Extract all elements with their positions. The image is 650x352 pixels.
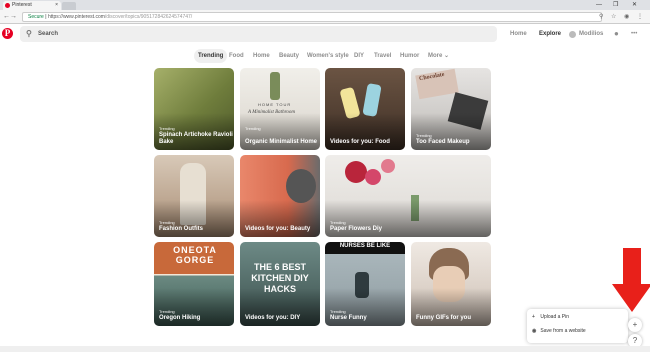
pin-title: Spinach Artichoke Ravioli Bake — [159, 132, 233, 145]
plant-graphic — [270, 72, 280, 100]
pin-card-wide[interactable]: Trending Paper Flowers Diy — [325, 155, 491, 237]
tab-title: Pinterest — [12, 2, 32, 8]
chat-icon[interactable]: ● — [614, 26, 619, 42]
paper-flower-graphic — [381, 159, 395, 173]
tab-diy[interactable]: DIY — [354, 51, 364, 61]
browser-tab-strip: Pinterest × — ❐ ✕ — [0, 0, 650, 10]
pin-card[interactable]: ONEOTA GORGE Trending Oregon Hiking — [154, 242, 234, 326]
pin-kicker: Trending — [330, 220, 346, 225]
pin-card[interactable]: Trending Spinach Artichoke Ravioli Bake — [154, 68, 234, 150]
plus-icon: + — [532, 314, 535, 320]
more-icon[interactable]: ••• — [631, 26, 637, 42]
pin-title: Oregon Hiking — [159, 315, 201, 321]
minimize-button[interactable]: — — [596, 0, 602, 10]
tab-more[interactable]: More ⌄ — [428, 51, 449, 61]
overlay-text: ONEOTA GORGE — [173, 245, 217, 265]
upload-pin-item[interactable]: + Upload a Pin — [532, 313, 569, 322]
forward-button[interactable]: → — [10, 12, 17, 22]
pin-card[interactable]: THE 6 BEST KITCHEN DIY HACKS Videos for … — [240, 242, 320, 326]
url-path: /discover/topics/905172842624574747/ — [104, 14, 193, 20]
address-bar-row: ← → Secure | https://www.pinterest.com/d… — [0, 10, 650, 24]
save-from-website-item[interactable]: ◉ Save from a website — [532, 327, 586, 336]
tab-travel[interactable]: Travel — [374, 51, 391, 61]
pin-title: Videos for you: DIY — [245, 315, 301, 321]
paper-flower-graphic — [365, 169, 381, 185]
tab-humor[interactable]: Humor — [400, 51, 419, 61]
pin-title: Nurse Funny — [330, 315, 367, 321]
pin-kicker: Trending — [159, 220, 175, 225]
globe-icon: ◉ — [532, 328, 537, 334]
pin-card[interactable]: HOME TOUR A Minimalist Bathroom Trending… — [240, 68, 320, 150]
nav-user[interactable]: Modilios — [579, 26, 603, 42]
pin-card[interactable]: Chocolate Trending Too Faced Makeup — [411, 68, 491, 150]
paper-flower-graphic — [345, 161, 367, 183]
mirror-graphic — [286, 169, 316, 203]
pin-kicker: Trending — [159, 126, 175, 131]
pin-title: Paper Flowers Diy — [330, 226, 383, 232]
extension-icons[interactable]: ⚲ ☆ ◉ ⋮ — [599, 12, 646, 22]
save-from-website-label: Save from a website — [540, 328, 586, 334]
back-button[interactable]: ← — [3, 12, 10, 22]
create-pin-menu: + Upload a Pin ◉ Save from a website — [527, 309, 628, 343]
upload-pin-label: Upload a Pin — [540, 314, 570, 320]
nav-explore[interactable]: Explore — [539, 26, 561, 42]
pin-kicker: Trending — [330, 309, 346, 314]
nav-home[interactable]: Home — [510, 26, 527, 42]
new-tab-button[interactable] — [62, 2, 76, 10]
tab-home[interactable]: Home — [253, 51, 270, 61]
pinterest-favicon-icon — [5, 3, 10, 8]
popsicle-graphic — [362, 83, 382, 117]
site-header: P ⚲ Search Home Explore Modilios ● ••• — [0, 24, 650, 46]
tab-trending[interactable]: Trending — [194, 49, 228, 63]
tab-close-icon[interactable]: × — [55, 1, 58, 10]
pin-title: Too Faced Makeup — [416, 139, 470, 145]
secure-label: Secure — [28, 14, 44, 20]
restore-button[interactable]: ❐ — [613, 0, 618, 10]
url-host: https://www.pinterest.com — [47, 14, 105, 20]
browser-tab[interactable]: Pinterest × — [3, 1, 61, 10]
overlay-text: NURSES BE LIKE — [339, 243, 391, 249]
pin-title: Fashion Outfits — [159, 226, 203, 232]
tab-food[interactable]: Food — [229, 51, 244, 61]
overlay-text: HOME TOUR — [258, 102, 292, 107]
tab-beauty[interactable]: Beauty — [279, 51, 299, 61]
search-placeholder: Search — [38, 31, 59, 37]
red-arrow-annotation — [612, 248, 650, 312]
pin-card[interactable]: NURSES BE LIKE Trending Nurse Funny — [325, 242, 405, 326]
avatar[interactable] — [569, 31, 576, 38]
url-input[interactable]: Secure | https://www.pinterest.com/disco… — [22, 12, 602, 22]
pin-title: Videos for you: Food — [330, 139, 390, 145]
pin-card[interactable]: Funny GIFs for you — [411, 242, 491, 326]
pin-title: Organic Minimalist Home — [245, 139, 318, 145]
search-input[interactable]: ⚲ Search — [20, 26, 497, 42]
pin-card[interactable]: Videos for you: Food — [325, 68, 405, 150]
search-icon: ⚲ — [26, 29, 32, 38]
pinterest-logo-icon[interactable]: P — [2, 28, 13, 39]
pin-card[interactable]: Videos for you: Beauty — [240, 155, 320, 237]
bottom-scrollbar[interactable] — [0, 346, 650, 352]
pin-title: Funny GIFs for you — [416, 315, 471, 321]
pin-kicker: Trending — [416, 133, 432, 138]
pin-card[interactable]: Trending Fashion Outfits — [154, 155, 234, 237]
add-button[interactable]: + — [628, 318, 642, 332]
tab-womens-style[interactable]: Women's style — [307, 51, 349, 61]
window-close-button[interactable]: ✕ — [632, 0, 637, 10]
pin-kicker: Trending — [245, 126, 261, 131]
pin-kicker: Trending — [159, 309, 175, 314]
pin-title: Videos for you: Beauty — [245, 226, 311, 232]
